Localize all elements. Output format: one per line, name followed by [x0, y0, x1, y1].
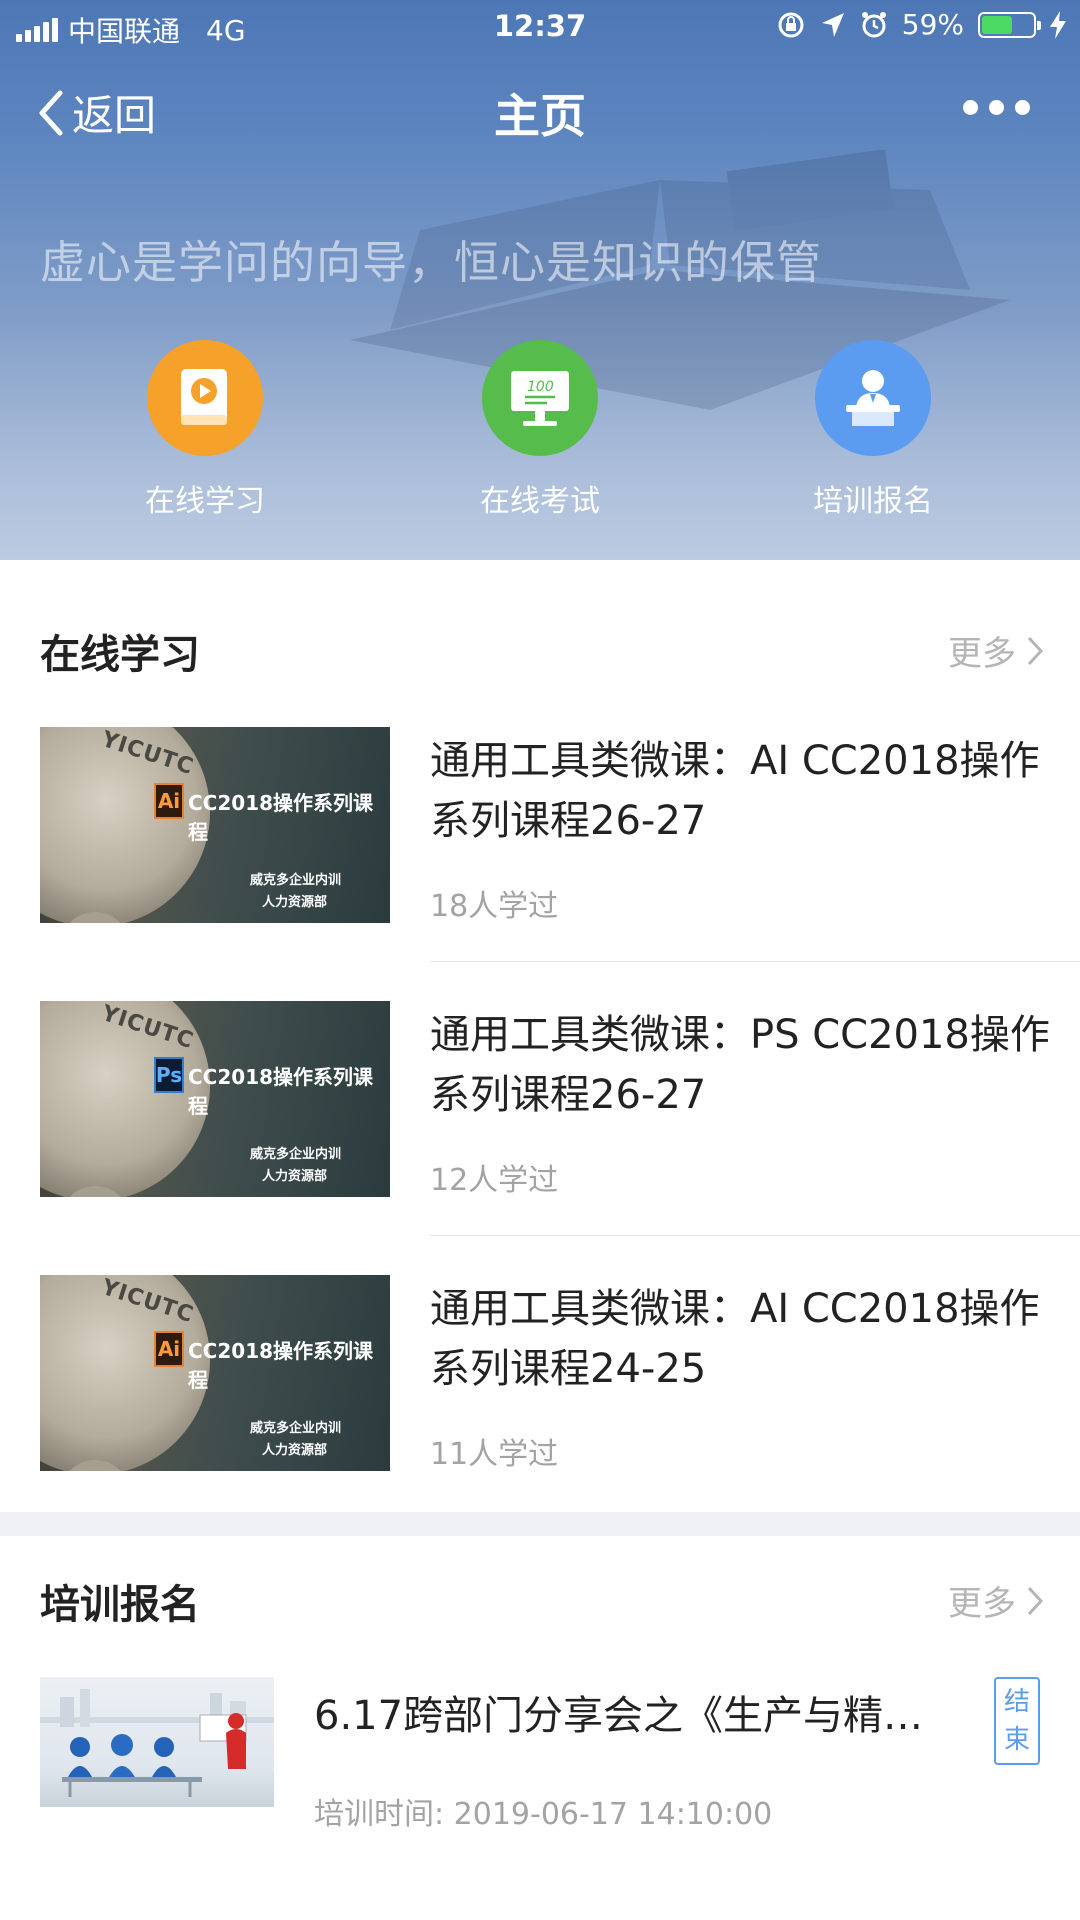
course-title: 通用工具类微课：PS CC2018操作系列课程26-27 [430, 1012, 1050, 1118]
course-thumbnail: YICUTC Ai CC2018操作系列课程 威克多企业内训 人力资源部 [40, 727, 390, 923]
divider [430, 1235, 1080, 1236]
quick-action-label: 培训报名 [813, 484, 933, 519]
status-bar: 中国联通 4G 12:37 59% [0, 0, 1080, 54]
course-item[interactable]: YICUTC Ai CC2018操作系列课程 威克多企业内训 人力资源部 通用工… [0, 727, 1080, 997]
course-learner-count: 11人学过 [430, 1437, 559, 1472]
ai-logo-icon: Ai [154, 1331, 184, 1367]
navigation-bar: 返回 主页 [0, 70, 1080, 150]
course-title: 通用工具类微课：AI CC2018操作系列课程24-25 [430, 1286, 1040, 1392]
svg-text:100: 100 [527, 379, 554, 395]
course-learner-count: 12人学过 [430, 1163, 559, 1198]
battery-icon [978, 11, 1041, 38]
alarm-icon [861, 11, 886, 37]
ai-logo-icon: Ai [154, 783, 184, 819]
thumbnail-subtitle: 威克多企业内训 [250, 1147, 342, 1162]
location-arrow-icon [821, 12, 844, 37]
thumbnail-subtitle: 人力资源部 [262, 1169, 328, 1184]
page-title: 主页 [494, 89, 586, 143]
quick-action-online-learning[interactable]: 在线学习 [95, 340, 315, 520]
ps-logo-icon: Ps [154, 1057, 184, 1093]
speaker-podium-icon [815, 340, 931, 456]
section-title: 培训报名 [40, 1582, 200, 1628]
training-item[interactable]: 6.17跨部门分享会之《生产与精… 培训时间: 2019-06-17 14:10… [0, 1677, 1080, 1837]
training-time: 培训时间: 2019-06-17 14:10:00 [314, 1797, 773, 1832]
course-learner-count: 18人学过 [430, 889, 559, 924]
thumbnail-title: CC2018操作系列课程 [188, 791, 374, 844]
quick-action-label: 在线考试 [480, 484, 600, 519]
section-gap [0, 1512, 1080, 1536]
quick-action-label: 在线学习 [145, 484, 265, 519]
meeting-illustration-icon [40, 1689, 274, 1797]
quick-action-online-exam[interactable]: 100 在线考试 [430, 340, 650, 520]
more-link[interactable]: 更多 [948, 626, 1044, 675]
book-play-icon [147, 340, 263, 456]
course-title: 通用工具类微课：AI CC2018操作系列课程26-27 [430, 738, 1040, 844]
more-label: 更多 [948, 634, 1016, 674]
back-label: 返回 [72, 91, 157, 140]
course-thumbnail: YICUTC Ai CC2018操作系列课程 威克多企业内训 人力资源部 [40, 1275, 390, 1471]
training-thumbnail [40, 1677, 274, 1807]
course-item[interactable]: YICUTC Ai CC2018操作系列课程 威克多企业内训 人力资源部 通用工… [0, 1275, 1080, 1545]
more-label: 更多 [948, 1584, 1016, 1624]
thumbnail-subtitle: 人力资源部 [262, 1443, 328, 1458]
more-options-icon[interactable] [963, 100, 1030, 115]
chevron-right-icon [1027, 1586, 1044, 1615]
thumbnail-subtitle: 威克多企业内训 [250, 1421, 342, 1436]
status-badge: 结束 [994, 1677, 1040, 1765]
thumbnail-subtitle: 人力资源部 [262, 895, 328, 910]
online-learning-section-header: 在线学习 更多 [0, 622, 1080, 682]
course-thumbnail: YICUTC Ps CC2018操作系列课程 威克多企业内训 人力资源部 [40, 1001, 390, 1197]
training-signup-section-header: 培训报名 更多 [0, 1572, 1080, 1632]
battery-fill [982, 15, 1012, 34]
back-button[interactable]: 返回 [36, 82, 156, 143]
divider [430, 961, 1080, 962]
more-link[interactable]: 更多 [948, 1576, 1044, 1625]
status-right: 59% [776, 8, 1066, 41]
training-title: 6.17跨部门分享会之《生产与精… [314, 1693, 924, 1739]
chevron-right-icon [1027, 636, 1044, 665]
charging-bolt-icon [1050, 10, 1066, 39]
thumbnail-title: CC2018操作系列课程 [188, 1065, 374, 1118]
rotation-lock-icon [778, 12, 804, 37]
section-title: 在线学习 [40, 632, 200, 678]
chevron-left-icon [39, 90, 63, 135]
thumbnail-subtitle: 威克多企业内训 [250, 873, 342, 888]
exam-monitor-icon: 100 [482, 340, 598, 456]
banner-slogan: 虚心是学问的向导，恒心是知识的保管 [40, 236, 823, 289]
header-banner: 中国联通 4G 12:37 59% 返回 主页 虚心是学问的向导，恒心是知识的保… [0, 0, 1080, 560]
course-item[interactable]: YICUTC Ps CC2018操作系列课程 威克多企业内训 人力资源部 通用工… [0, 1001, 1080, 1271]
thumbnail-title: CC2018操作系列课程 [188, 1339, 374, 1392]
quick-action-training-signup[interactable]: 培训报名 [763, 340, 983, 520]
battery-percent: 59% [901, 8, 964, 41]
